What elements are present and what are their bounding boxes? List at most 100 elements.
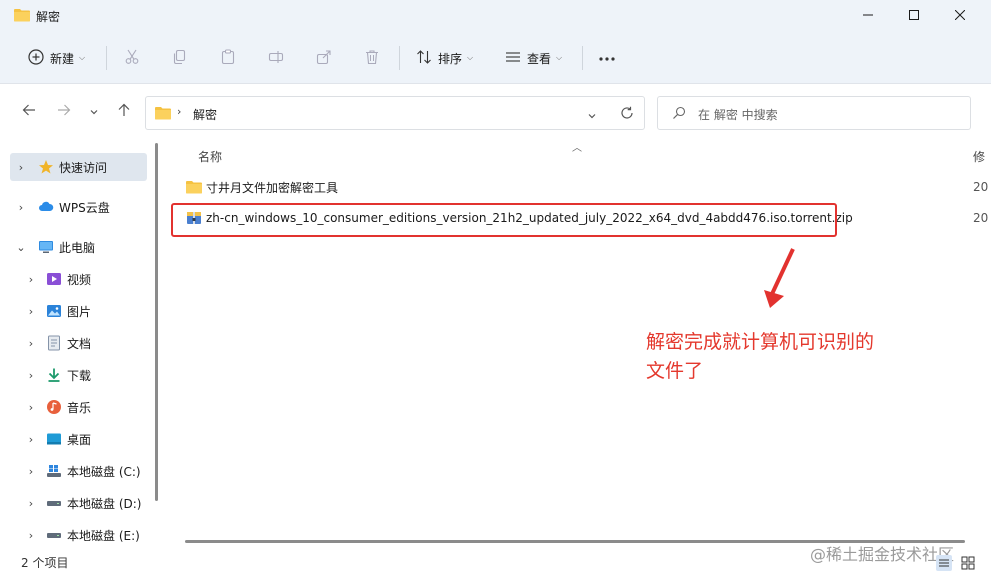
view-icon bbox=[505, 49, 521, 68]
chevron-right-icon[interactable]: › bbox=[26, 433, 36, 446]
nav-item-drive-e[interactable]: › 本地磁盘 (E:) bbox=[10, 521, 147, 549]
search-box[interactable]: 在 解密 中搜索 bbox=[657, 96, 971, 130]
document-icon bbox=[46, 335, 62, 351]
nav-item-drive-d[interactable]: › 本地磁盘 (D:) bbox=[10, 489, 147, 517]
highlight-box bbox=[171, 203, 837, 237]
file-date: 20 bbox=[973, 211, 989, 225]
chevron-right-icon[interactable]: › bbox=[26, 273, 36, 286]
paste-button[interactable] bbox=[220, 32, 236, 84]
chevron-right-icon[interactable]: › bbox=[26, 401, 36, 414]
refresh-icon[interactable] bbox=[620, 106, 634, 123]
close-button[interactable] bbox=[937, 0, 983, 32]
close-icon bbox=[954, 9, 966, 23]
file-name: 寸井月文件加密解密工具 bbox=[206, 180, 339, 195]
nav-item-drive-c[interactable]: › 本地磁盘 (C:) bbox=[10, 457, 147, 485]
nav-item-wps-cloud[interactable]: › WPS云盘 bbox=[10, 193, 147, 221]
cut-button[interactable] bbox=[124, 32, 140, 84]
breadcrumb[interactable]: 解密 bbox=[193, 106, 217, 123]
arrow-left-icon bbox=[22, 104, 36, 120]
chevron-down-icon: ⌵ bbox=[556, 53, 563, 62]
sort-icon bbox=[416, 49, 432, 68]
nav-item-videos[interactable]: › 视频 bbox=[10, 265, 147, 293]
music-icon bbox=[46, 399, 62, 415]
nav-label: WPS云盘 bbox=[59, 200, 110, 215]
chevron-down-icon[interactable] bbox=[587, 109, 597, 123]
arrow-right-icon bbox=[57, 104, 71, 120]
chevron-down-icon: ⌵ bbox=[467, 53, 474, 62]
file-explorer-window: 解密 新建 ⌵ 排序 ⌵ 查看 ⌵ › 解密 在 解密 中搜索 › 快速访问 ›… bbox=[0, 0, 991, 580]
share-button[interactable] bbox=[316, 32, 332, 84]
nav-label: 快速访问 bbox=[59, 160, 108, 175]
rename-button[interactable] bbox=[268, 32, 284, 84]
copy-button[interactable] bbox=[172, 32, 188, 84]
chevron-down-icon[interactable]: ⌄ bbox=[16, 241, 26, 254]
maximize-icon bbox=[909, 9, 919, 23]
nav-item-this-pc[interactable]: ⌄ 此电脑 bbox=[10, 233, 147, 261]
view-label: 查看 bbox=[527, 51, 552, 66]
nav-item-desktop[interactable]: › 桌面 bbox=[10, 425, 147, 453]
maximize-button[interactable] bbox=[891, 0, 937, 32]
details-view-icon[interactable] bbox=[936, 555, 952, 571]
nav-item-quick-access[interactable]: › 快速访问 bbox=[10, 153, 147, 181]
nav-item-music[interactable]: › 音乐 bbox=[10, 393, 147, 421]
nav-label: 本地磁盘 (D:) bbox=[67, 496, 142, 511]
forward-button[interactable] bbox=[57, 103, 71, 120]
nav-label: 桌面 bbox=[67, 432, 92, 447]
cut-icon bbox=[124, 49, 140, 68]
nav-item-downloads[interactable]: › 下载 bbox=[10, 361, 147, 389]
toolbar-divider bbox=[399, 46, 400, 70]
chevron-right-icon[interactable]: › bbox=[26, 337, 36, 350]
nav-item-documents[interactable]: › 文档 bbox=[10, 329, 147, 357]
nav-item-pictures[interactable]: › 图片 bbox=[10, 297, 147, 325]
more-icon bbox=[598, 51, 616, 65]
arrow-up-icon bbox=[117, 103, 131, 120]
nav-label: 下载 bbox=[67, 368, 92, 383]
watermark: @稀土掘金技术社区 bbox=[810, 545, 955, 564]
rename-icon bbox=[268, 49, 284, 68]
window-title: 解密 bbox=[36, 10, 61, 24]
back-button[interactable] bbox=[22, 103, 36, 120]
delete-icon bbox=[364, 49, 380, 68]
sort-label: 排序 bbox=[438, 51, 463, 66]
chevron-right-icon[interactable]: › bbox=[26, 497, 36, 510]
file-row[interactable]: 寸井月文件加密解密工具 20 bbox=[182, 173, 988, 201]
search-placeholder: 在 解密 中搜索 bbox=[698, 108, 778, 122]
new-button[interactable]: 新建 ⌵ bbox=[28, 32, 85, 84]
search-icon bbox=[672, 106, 686, 123]
chevron-right-icon[interactable]: › bbox=[26, 369, 36, 382]
minimize-button[interactable] bbox=[845, 0, 891, 32]
chevron-right-icon: › bbox=[177, 105, 182, 118]
folder-icon bbox=[155, 106, 171, 123]
annotation-line: 解密完成就计算机可识别的 bbox=[646, 331, 875, 353]
chevron-right-icon[interactable]: › bbox=[16, 201, 26, 214]
chevron-right-icon[interactable]: › bbox=[26, 529, 36, 542]
view-button[interactable]: 查看 ⌵ bbox=[505, 32, 562, 84]
sort-button[interactable]: 排序 ⌵ bbox=[416, 32, 473, 84]
chevron-right-icon[interactable]: › bbox=[26, 465, 36, 478]
annotation-arrow-icon bbox=[764, 248, 795, 308]
copy-icon bbox=[172, 49, 188, 68]
address-row: › 解密 在 解密 中搜索 bbox=[0, 85, 991, 141]
recent-locations-button[interactable] bbox=[89, 105, 99, 119]
delete-button[interactable] bbox=[364, 32, 380, 84]
address-bar[interactable]: › 解密 bbox=[145, 96, 645, 130]
system-drive-icon bbox=[46, 463, 62, 479]
column-header-name[interactable]: 名称 bbox=[198, 148, 222, 165]
sort-up-icon: ︿ bbox=[572, 143, 582, 154]
computer-icon bbox=[38, 239, 54, 255]
paste-icon bbox=[220, 48, 236, 68]
item-count: 2 个项目 bbox=[21, 556, 69, 570]
video-icon bbox=[46, 271, 62, 287]
drive-icon bbox=[46, 527, 62, 543]
nav-label: 本地磁盘 (C:) bbox=[67, 464, 141, 479]
up-button[interactable] bbox=[117, 103, 131, 120]
chevron-right-icon[interactable]: › bbox=[16, 161, 26, 174]
annotation-text: 解密完成就计算机可识别的 文件了 bbox=[646, 328, 916, 386]
annotation-line: 文件了 bbox=[646, 360, 704, 382]
nav-scrollbar[interactable] bbox=[155, 143, 158, 501]
more-button[interactable] bbox=[598, 32, 616, 84]
star-icon bbox=[38, 159, 54, 175]
tiles-view-icon[interactable] bbox=[960, 555, 976, 571]
column-header-modified[interactable]: 修 bbox=[973, 148, 985, 165]
chevron-right-icon[interactable]: › bbox=[26, 305, 36, 318]
